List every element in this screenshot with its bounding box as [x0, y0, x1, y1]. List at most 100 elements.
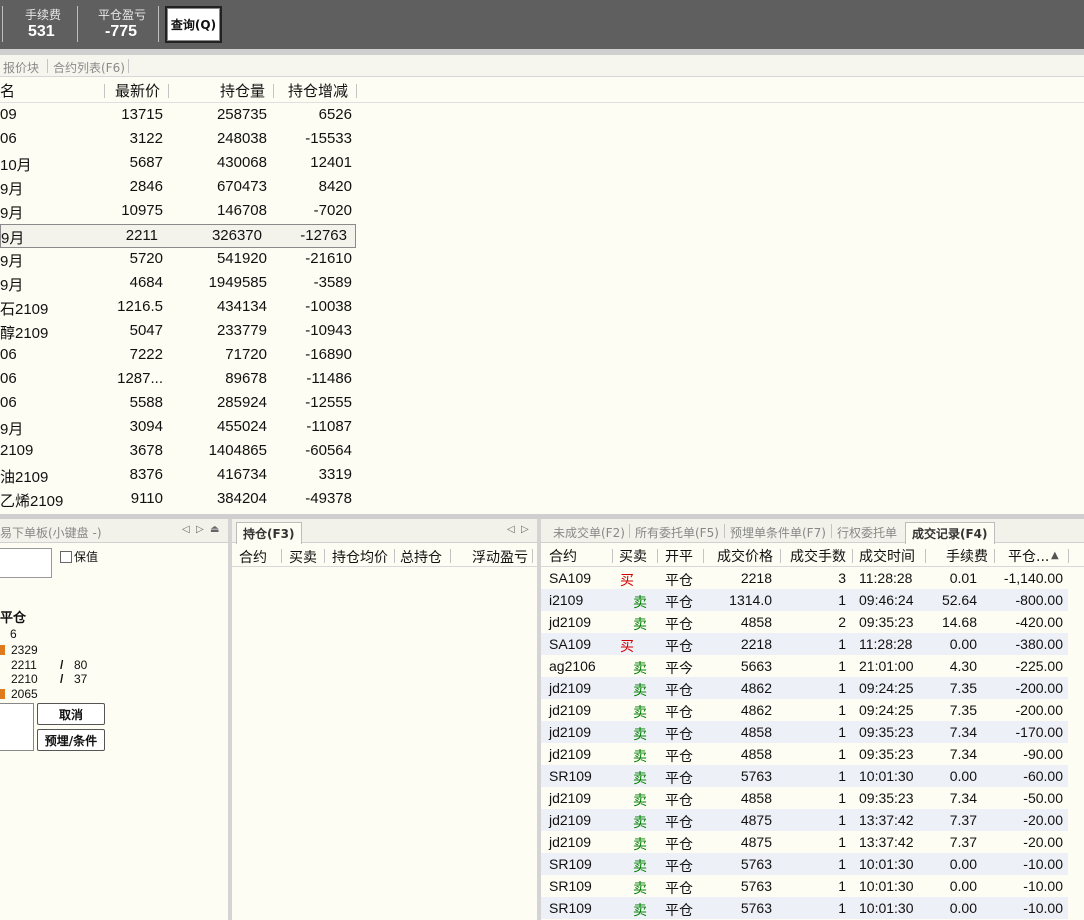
column-divider[interactable]	[168, 84, 169, 98]
trade-row[interactable]: jd2109 卖 平仓 4858 1 09:35:23 7.34 -90.00	[541, 743, 1068, 765]
contract: ag2106	[549, 658, 596, 674]
quote-row[interactable]: 10月 5687 430068 12401	[0, 152, 360, 176]
quote-row[interactable]: 06 3122 248038 -15533	[0, 128, 360, 152]
quote-row[interactable]: 9月 2846 670473 8420	[0, 176, 360, 200]
trade-row[interactable]: jd2109 卖 平仓 4858 1 09:35:23 7.34 -170.00	[541, 721, 1068, 743]
column-divider[interactable]	[612, 549, 613, 563]
trade-qty: 1	[838, 900, 846, 916]
column-divider[interactable]	[324, 549, 325, 563]
quote-row[interactable]: 醇2109 5047 233779 -10943	[0, 320, 360, 344]
contract-input[interactable]	[0, 548, 52, 578]
column-divider[interactable]	[703, 549, 704, 563]
tab-positions[interactable]: 持仓(F3)	[236, 522, 302, 544]
tab-preset-orders[interactable]: 预埋单条件单(F7)	[730, 524, 826, 541]
trade-row[interactable]: SA109 买 平仓 2218 1 11:28:28 0.00 -380.00	[541, 633, 1068, 655]
column-header-side[interactable]: 买卖	[289, 547, 317, 567]
cancel-button[interactable]: 取消	[37, 703, 105, 725]
column-header-side[interactable]: 买卖	[619, 546, 647, 566]
column-header-oi-change[interactable]: 持仓增减	[288, 80, 348, 102]
column-divider[interactable]	[1068, 549, 1069, 563]
tab-exercise-orders[interactable]: 行权委托单	[837, 524, 897, 541]
trade-time: 09:35:23	[859, 746, 914, 762]
oi-change: 6526	[318, 106, 352, 123]
query-button[interactable]: 查询(Q)	[165, 6, 222, 43]
column-header-fee[interactable]: 手续费	[946, 546, 988, 566]
trade-row[interactable]: jd2109 卖 平仓 4862 1 09:24:25 7.35 -200.00	[541, 677, 1068, 699]
offset-mode[interactable]: 平仓	[0, 607, 26, 626]
quote-row[interactable]: 06 1287... 89678 -11486	[0, 368, 360, 392]
column-divider[interactable]	[356, 84, 357, 98]
tab-scroll-left-icon[interactable]: ◁	[507, 524, 515, 535]
column-header-close-pnl[interactable]: 平仓...	[1008, 546, 1049, 566]
column-divider[interactable]	[104, 84, 105, 98]
tab-quick-order[interactable]: 易下单板(小键盘 -)	[0, 524, 102, 541]
tab-all-orders[interactable]: 所有委托单(F5)	[635, 524, 719, 541]
quote-row[interactable]: 9月 4684 1949585 -3589	[0, 272, 360, 296]
column-header-name[interactable]: 名	[0, 80, 15, 102]
quote-row[interactable]: 9月 5720 541920 -21610	[0, 248, 360, 272]
column-divider[interactable]	[780, 549, 781, 563]
column-divider[interactable]	[394, 549, 395, 563]
trade-row[interactable]: jd2109 卖 平仓 4858 2 09:35:23 14.68 -420.00	[541, 611, 1068, 633]
column-divider[interactable]	[450, 549, 451, 563]
column-header-contract[interactable]: 合约	[239, 547, 267, 567]
column-header-trade-price[interactable]: 成交价格	[717, 546, 773, 566]
side: 卖	[633, 792, 647, 808]
trade-row[interactable]: jd2109 卖 平仓 4862 1 09:24:25 7.35 -200.00	[541, 699, 1068, 721]
tab-scroll-left-icon[interactable]: ◁	[182, 524, 190, 535]
quote-row[interactable]: 06 7222 71720 -16890	[0, 344, 360, 368]
order-submit-area[interactable]	[0, 703, 34, 751]
column-header-offset[interactable]: 开平	[665, 546, 693, 566]
contract: jd2109	[549, 812, 592, 828]
open-interest: 541920	[216, 250, 267, 267]
column-divider[interactable]	[273, 84, 274, 98]
quote-row[interactable]: 09 13715 258735 6526	[0, 104, 360, 128]
quote-row[interactable]: 2109 3678 1404865 -60564	[0, 440, 360, 464]
tab-scroll-right-icon[interactable]: ▷	[521, 524, 529, 535]
tab-scroll-right-icon[interactable]: ▷	[196, 524, 204, 535]
column-header-total-position[interactable]: 总持仓	[400, 547, 442, 567]
trade-price: 5763	[740, 768, 772, 784]
column-divider[interactable]	[532, 549, 533, 563]
trade-row[interactable]: SR109 卖 平仓 5763 1 10:01:30 0.00 -60.00	[541, 765, 1068, 787]
trade-row[interactable]: jd2109 卖 平仓 4875 1 13:37:42 7.37 -20.00	[541, 831, 1068, 853]
trade-row[interactable]: SR109 卖 平仓 5763 1 10:01:30 0.00 -10.00	[541, 853, 1068, 875]
trade-price: 4858	[740, 790, 772, 806]
column-header-avg-price[interactable]: 持仓均价	[332, 547, 388, 567]
quote-row[interactable]: 石2109 1216.5 434134 -10038	[0, 296, 360, 320]
tab-unfilled-orders[interactable]: 未成交单(F2)	[553, 524, 625, 541]
column-divider[interactable]	[852, 549, 853, 563]
column-divider[interactable]	[925, 549, 926, 563]
trade-row[interactable]: i2109 卖 平仓 1314.0 1 09:46:24 52.64 -800.00	[541, 589, 1068, 611]
trade-row[interactable]: SR109 卖 平仓 5763 1 10:01:30 0.00 -10.00	[541, 875, 1068, 897]
trade-row[interactable]: SR109 卖 平仓 5763 1 10:01:30 0.00 -10.00	[541, 897, 1068, 919]
keep-value-checkbox[interactable]	[60, 551, 72, 563]
contract: SR109	[549, 878, 592, 894]
column-header-contract[interactable]: 合约	[549, 546, 577, 566]
panel-collapse-icon[interactable]: ⏏	[210, 524, 219, 535]
tab-trade-records[interactable]: 成交记录(F4)	[905, 522, 995, 544]
column-header-floating-pnl[interactable]: 浮动盈亏	[472, 547, 528, 567]
preset-condition-button[interactable]: 预埋/条件	[37, 729, 105, 751]
sort-ascending-icon[interactable]: ▲	[1051, 550, 1059, 561]
quote-row[interactable]: 06 5588 285924 -12555	[0, 392, 360, 416]
column-header-open-interest[interactable]: 持仓量	[220, 80, 265, 102]
instrument-name: 09	[0, 106, 17, 123]
quote-row[interactable]: 9月 2211 326370 -12763	[0, 224, 356, 248]
quote-row[interactable]: 9月 10975 146708 -7020	[0, 200, 360, 224]
tab-quote-block[interactable]: 报价块	[3, 59, 39, 76]
column-divider[interactable]	[281, 549, 282, 563]
quote-row[interactable]: 9月 3094 455024 -11087	[0, 416, 360, 440]
trade-row[interactable]: ag2106 卖 平今 5663 1 21:01:00 4.30 -225.00	[541, 655, 1068, 677]
column-header-trade-qty[interactable]: 成交手数	[790, 546, 846, 566]
column-divider[interactable]	[994, 549, 995, 563]
column-header-last-price[interactable]: 最新价	[115, 80, 160, 102]
column-header-trade-time[interactable]: 成交时间	[859, 546, 915, 566]
tab-contract-list[interactable]: 合约列表(F6)	[53, 59, 125, 76]
trade-row[interactable]: jd2109 卖 平仓 4858 1 09:35:23 7.34 -50.00	[541, 787, 1068, 809]
trade-row[interactable]: SA109 买 平仓 2218 3 11:28:28 0.01 -1,140.00	[541, 567, 1068, 589]
trade-row[interactable]: jd2109 卖 平仓 4875 1 13:37:42 7.37 -20.00	[541, 809, 1068, 831]
quote-row[interactable]: 乙烯2109 9110 384204 -49378	[0, 488, 360, 512]
quote-row[interactable]: 油2109 8376 416734 3319	[0, 464, 360, 488]
column-divider[interactable]	[657, 549, 658, 563]
